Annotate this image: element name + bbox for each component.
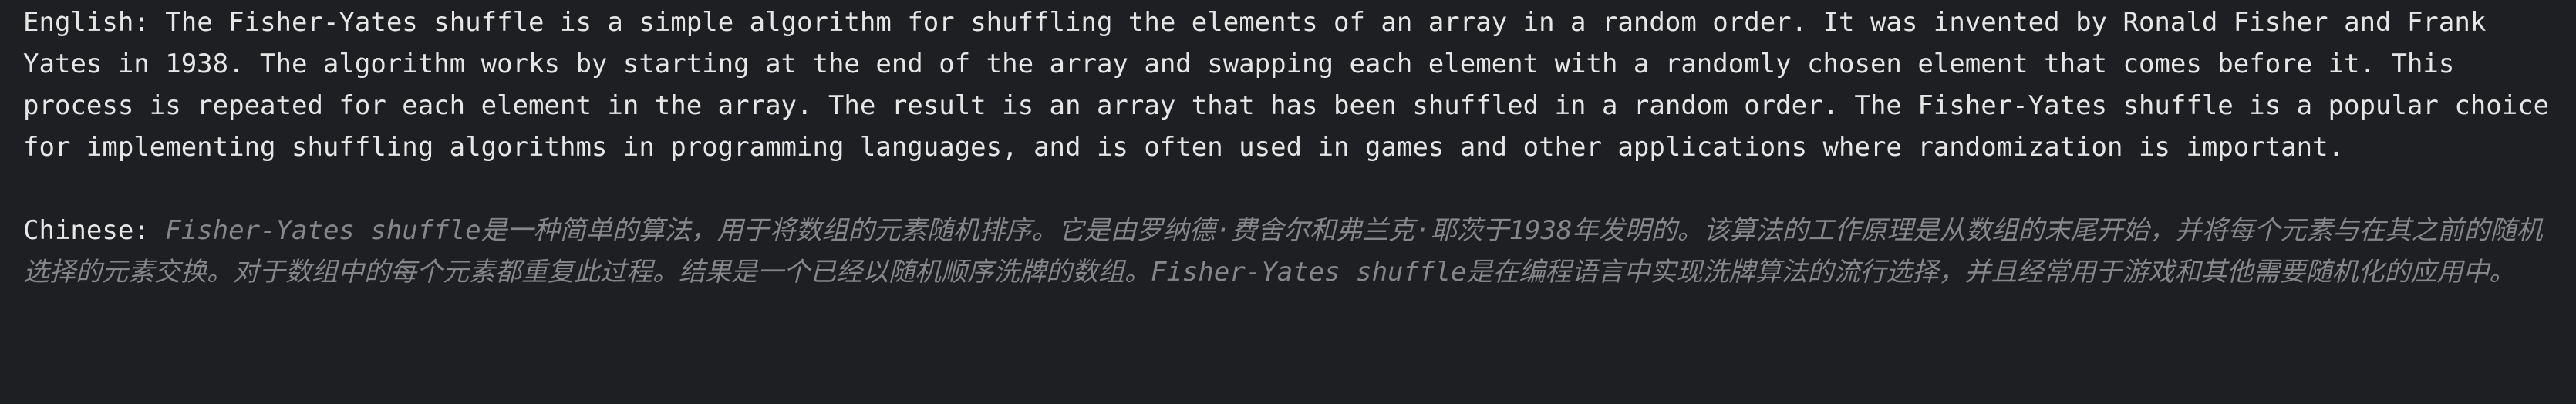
terminal-output: English: The Fisher-Yates shuffle is a s… — [0, 0, 2576, 404]
english-paragraph: English: The Fisher-Yates shuffle is a s… — [23, 2, 2557, 168]
chinese-text: Fisher-Yates shuffle是一种简单的算法，用于将数组的元素随机排… — [23, 215, 2543, 288]
chinese-label: Chinese: — [23, 215, 150, 246]
chinese-paragraph: Chinese: Fisher-Yates shuffle是一种简单的算法，用于… — [23, 210, 2557, 293]
english-label: English: — [23, 7, 150, 38]
english-text: The Fisher-Yates shuffle is a simple alg… — [23, 7, 2565, 163]
